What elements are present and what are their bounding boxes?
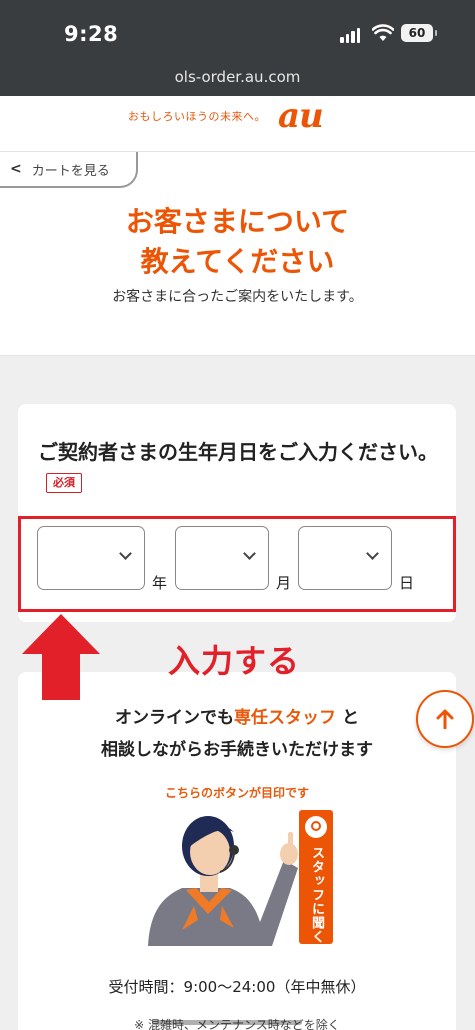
battery-icon: 60	[401, 24, 437, 42]
status-time: 9:28	[64, 22, 119, 46]
chevron-down-icon	[243, 547, 256, 560]
button-mark-note: こちらのボタンが目印です	[164, 786, 309, 800]
brand-tagline: おもしろいほうの未来へ。	[128, 110, 266, 123]
birthdate-question: ご契約者さまの生年月日をご入力ください。必須	[38, 436, 438, 500]
ask-staff-button[interactable]: スタッフに聞く	[299, 810, 333, 944]
chevron-left-icon: <	[10, 161, 22, 177]
enter-annotation: 入力する	[168, 642, 301, 680]
au-logo[interactable]: au	[278, 96, 324, 136]
page-title-line1: お客さまについて	[125, 205, 350, 238]
year-select[interactable]	[37, 526, 145, 590]
day-unit: 日	[399, 574, 415, 592]
intro-section: < カートを見る お客さまについて 教えてください お客さまに合ったご案内をいた…	[0, 152, 475, 356]
scroll-top-button[interactable]	[416, 690, 474, 748]
arrow-up-icon	[436, 709, 454, 729]
month-unit: 月	[276, 574, 292, 592]
view-cart-button[interactable]: < カートを見る	[0, 152, 138, 188]
staff-text-a: オンラインでも	[115, 708, 235, 728]
month-select[interactable]	[175, 526, 269, 590]
brand-header: おもしろいほうの未来へ。 au	[0, 96, 475, 152]
page-title: お客さまについて 教えてください	[0, 202, 475, 282]
birthdate-card: ご契約者さまの生年月日をご入力ください。必須 年 月 日	[18, 404, 456, 622]
cellular-signal-icon	[340, 28, 360, 43]
view-cart-label: カートを見る	[31, 163, 110, 179]
day-select[interactable]	[298, 526, 392, 590]
home-indicator	[152, 1020, 302, 1025]
staff-text-highlight: 専任スタッフ	[234, 708, 337, 728]
page-title-line2: 教えてください	[140, 245, 335, 278]
staff-text-line2: 相談しながらお手続きいただけます	[101, 740, 373, 760]
wifi-icon	[372, 24, 394, 41]
chevron-down-icon	[119, 547, 132, 560]
chevron-down-icon	[366, 547, 379, 560]
ask-staff-label: スタッフに聞く	[309, 846, 324, 944]
birthdate-question-text: ご契約者さまの生年月日をご入力ください。	[38, 440, 438, 464]
staff-illustration	[148, 816, 298, 946]
address-bar[interactable]: ols-order.au.com	[0, 68, 475, 86]
staff-support-card: オンラインでも専任スタッフ と 相談しながらお手続きいただけます こちらのボタン…	[18, 672, 456, 1030]
red-arrow-up-icon	[22, 614, 100, 700]
staff-support-text: オンラインでも専任スタッフ と 相談しながらお手続きいただけます	[18, 702, 456, 766]
page-subtitle: お客さまに合ったご案内をいたします。	[112, 289, 363, 305]
staff-text-b: と	[341, 708, 359, 728]
reception-hours: 受付時間：9:00〜24:00（年中無休）	[108, 978, 366, 996]
headset-icon	[305, 816, 327, 838]
status-bar: 9:28 60 ols-order.au.com	[0, 0, 475, 96]
required-badge: 必須	[46, 472, 82, 493]
year-unit: 年	[152, 574, 168, 592]
